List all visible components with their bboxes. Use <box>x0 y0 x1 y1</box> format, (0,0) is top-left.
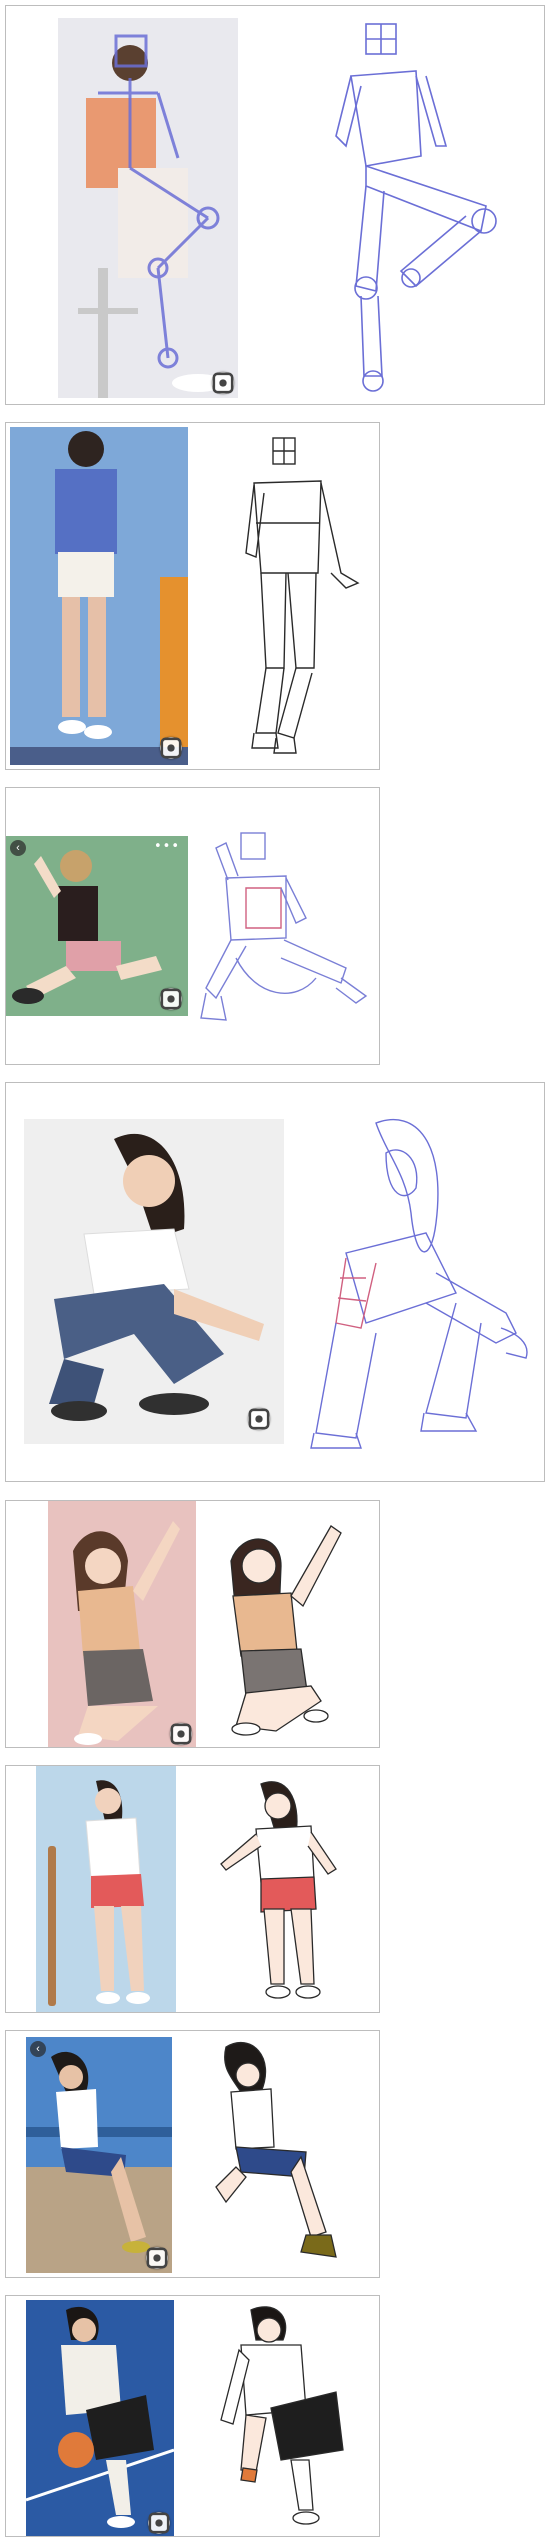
reference-panel-5 <box>5 1500 380 1748</box>
reference-photo[interactable] <box>58 18 238 398</box>
more-dots-icon: ••• <box>153 839 180 854</box>
visual-search-button[interactable] <box>248 1408 270 1430</box>
reference-panel-8 <box>5 2295 380 2537</box>
visual-search-button[interactable] <box>146 2247 168 2269</box>
reference-photo[interactable] <box>36 1766 176 2012</box>
reference-panel-2 <box>5 422 380 770</box>
reference-photo[interactable] <box>26 2300 174 2536</box>
reference-panel-1 <box>5 5 545 405</box>
visual-search-button[interactable] <box>148 2512 170 2534</box>
visual-search-icon <box>160 988 182 1010</box>
reference-panel-6 <box>5 1765 380 2013</box>
visual-search-button[interactable] <box>160 988 182 1010</box>
back-button[interactable]: ‹ <box>30 2041 46 2057</box>
photo-figure <box>10 431 188 765</box>
chevron-left-icon: ‹ <box>36 2043 40 2055</box>
pose-sketch <box>211 2300 366 2534</box>
visual-search-icon <box>170 1723 192 1745</box>
photo-figure <box>73 1521 180 1745</box>
reference-panel-3: ‹ ••• <box>5 787 380 1065</box>
visual-search-icon <box>160 737 182 759</box>
photo-figure <box>26 2306 174 2528</box>
pose-sketch <box>306 1113 541 1453</box>
visual-search-button[interactable] <box>212 372 234 394</box>
visual-search-button[interactable] <box>170 1723 192 1745</box>
chevron-left-icon: ‹ <box>16 842 20 854</box>
reference-photo[interactable]: ‹ <box>26 2037 172 2273</box>
photo-figure <box>26 2051 172 2273</box>
photo-figure <box>78 34 224 398</box>
visual-search-icon <box>212 372 234 394</box>
pose-sketch <box>196 828 376 1028</box>
visual-search-icon <box>146 2247 168 2269</box>
reference-photo[interactable] <box>48 1501 196 1747</box>
visual-search-icon <box>148 2512 170 2534</box>
pose-sketch <box>206 2037 366 2273</box>
photo-figure <box>49 1133 264 1421</box>
reference-photo[interactable] <box>10 427 188 765</box>
pose-sketch <box>211 1511 371 1739</box>
photo-figure <box>48 1780 150 2006</box>
pose-sketch <box>306 16 516 401</box>
reference-panel-7: ‹ <box>5 2030 380 2278</box>
visual-search-button[interactable] <box>160 737 182 759</box>
pose-sketch <box>226 433 376 763</box>
more-options-button[interactable]: ••• <box>154 839 180 854</box>
pose-sketch <box>216 1774 366 2006</box>
visual-search-icon <box>248 1408 270 1430</box>
back-button[interactable]: ‹ <box>10 840 26 856</box>
reference-photo[interactable]: ‹ ••• <box>6 836 188 1016</box>
reference-photo[interactable] <box>24 1119 284 1444</box>
reference-panel-4 <box>5 1082 545 1482</box>
